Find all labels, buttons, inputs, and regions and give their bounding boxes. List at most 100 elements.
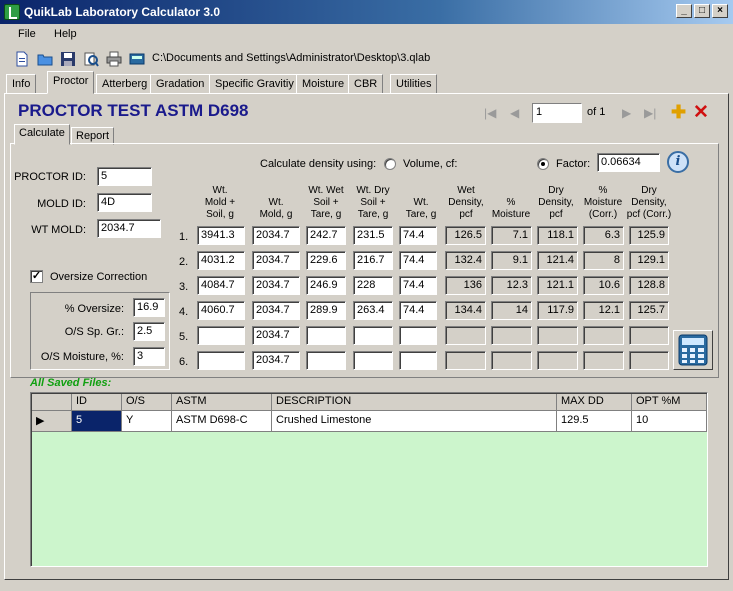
weight-input[interactable] bbox=[306, 326, 346, 345]
weight-input[interactable]: 2034.7 bbox=[252, 351, 300, 370]
weight-input[interactable] bbox=[306, 351, 346, 370]
tab-atterberg[interactable]: Atterberg bbox=[96, 74, 154, 94]
row-selector-icon[interactable]: ▶ bbox=[32, 411, 72, 432]
tab-info[interactable]: Info bbox=[6, 74, 37, 94]
weight-input[interactable]: 3941.3 bbox=[197, 226, 245, 245]
print-preview-icon[interactable] bbox=[83, 51, 99, 67]
computed-value: 12.1 bbox=[583, 301, 624, 320]
weight-input[interactable]: 2034.7 bbox=[252, 276, 300, 295]
row-number: 4. bbox=[179, 306, 189, 318]
delete-record-icon[interactable]: ✕ bbox=[693, 101, 709, 124]
weight-input[interactable]: 4084.7 bbox=[197, 276, 245, 295]
close-button[interactable]: × bbox=[712, 4, 728, 18]
weight-input[interactable]: 229.6 bbox=[306, 251, 346, 270]
weight-input[interactable]: 289.9 bbox=[306, 301, 346, 320]
table-cell[interactable]: Y bbox=[122, 411, 172, 432]
weight-input[interactable]: 216.7 bbox=[353, 251, 393, 270]
proctor-id-input[interactable]: 5 bbox=[97, 167, 152, 186]
weight-input[interactable] bbox=[353, 326, 393, 345]
computed-value: 128.8 bbox=[629, 276, 669, 295]
tab-proctor[interactable]: Proctor bbox=[47, 71, 95, 94]
computed-value bbox=[583, 326, 624, 345]
weight-input[interactable]: 74.4 bbox=[399, 276, 437, 295]
weight-input[interactable]: 2034.7 bbox=[252, 226, 300, 245]
save-icon[interactable] bbox=[60, 51, 76, 67]
weight-input[interactable]: 2034.7 bbox=[252, 326, 300, 345]
computed-value bbox=[537, 326, 578, 345]
table-cell[interactable]: Crushed Limestone bbox=[272, 411, 557, 432]
weight-input[interactable]: 242.7 bbox=[306, 226, 346, 245]
wt-mold-input[interactable]: 2034.7 bbox=[97, 219, 161, 238]
computed-value bbox=[445, 351, 486, 370]
grid-header-description[interactable]: DESCRIPTION bbox=[272, 394, 557, 411]
menu-help[interactable]: Help bbox=[54, 28, 77, 40]
computed-value: 129.1 bbox=[629, 251, 669, 270]
os-moisture-input[interactable]: 3 bbox=[133, 347, 165, 366]
app-icon bbox=[4, 4, 20, 20]
row-number: 6. bbox=[179, 356, 189, 368]
weight-input[interactable] bbox=[399, 326, 437, 345]
info-icon[interactable]: i bbox=[667, 151, 689, 173]
weight-input[interactable]: 74.4 bbox=[399, 301, 437, 320]
minimize-button[interactable]: _ bbox=[676, 4, 692, 18]
tab-gradation[interactable]: Gradation bbox=[150, 74, 211, 94]
weight-input[interactable]: 74.4 bbox=[399, 251, 437, 270]
calculator-icon[interactable] bbox=[129, 51, 145, 67]
calculate-button[interactable] bbox=[673, 330, 713, 370]
weight-input[interactable]: 231.5 bbox=[353, 226, 393, 245]
window-title: QuikLab Laboratory Calculator 3.0 bbox=[24, 5, 221, 19]
grid-header-max-dd[interactable]: MAX DD bbox=[557, 394, 632, 411]
mold-id-input[interactable]: 4D bbox=[97, 193, 152, 212]
weight-input[interactable] bbox=[399, 351, 437, 370]
open-folder-icon[interactable] bbox=[37, 51, 53, 67]
weight-input[interactable] bbox=[197, 351, 245, 370]
volume-radio[interactable] bbox=[384, 158, 396, 170]
weight-input[interactable]: 263.4 bbox=[353, 301, 393, 320]
record-number-input[interactable]: 1 bbox=[532, 103, 582, 123]
computed-value: 7.1 bbox=[491, 226, 532, 245]
oversize-correction-checkbox[interactable]: ✓ bbox=[30, 270, 43, 283]
prev-record-icon[interactable]: ◀ bbox=[510, 106, 519, 120]
weight-input[interactable]: 2034.7 bbox=[252, 251, 300, 270]
grid-header-astm[interactable]: ASTM bbox=[172, 394, 272, 411]
grid-header-os[interactable]: O/S bbox=[122, 394, 172, 411]
tab-specific-gravity[interactable]: Specific Gravitiy bbox=[209, 74, 300, 94]
weight-input[interactable] bbox=[353, 351, 393, 370]
os-sp-gr-input[interactable]: 2.5 bbox=[133, 322, 165, 341]
table-cell[interactable]: ASTM D698-C bbox=[172, 411, 272, 432]
grid-header-id[interactable]: ID bbox=[72, 394, 122, 411]
pct-oversize-input[interactable]: 16.9 bbox=[133, 298, 165, 317]
tab-moisture[interactable]: Moisture bbox=[296, 74, 351, 94]
weight-input[interactable]: 246.9 bbox=[306, 276, 346, 295]
weight-input[interactable]: 4060.7 bbox=[197, 301, 245, 320]
col-header: % Moisture (Corr.) bbox=[583, 185, 623, 220]
add-record-icon[interactable]: ✚ bbox=[671, 102, 686, 123]
tab-cbr[interactable]: CBR bbox=[348, 74, 384, 94]
factor-input[interactable]: 0.06634 bbox=[597, 153, 660, 172]
menu-file[interactable]: File bbox=[18, 28, 36, 40]
weight-input[interactable]: 74.4 bbox=[399, 226, 437, 245]
factor-radio[interactable] bbox=[537, 158, 549, 170]
weight-input[interactable]: 2034.7 bbox=[252, 301, 300, 320]
weight-input[interactable]: 4031.2 bbox=[197, 251, 245, 270]
table-cell[interactable]: 10 bbox=[632, 411, 707, 432]
tab-utilities[interactable]: Utilities bbox=[390, 74, 438, 94]
maximize-button[interactable]: □ bbox=[694, 4, 710, 18]
col-header: Wt. Mold + Soil, g bbox=[204, 185, 236, 220]
computed-value bbox=[629, 351, 669, 370]
table-cell[interactable]: 129.5 bbox=[557, 411, 632, 432]
weight-input[interactable] bbox=[197, 326, 245, 345]
tab-calculate[interactable]: Calculate bbox=[14, 124, 70, 145]
col-header: Dry Density, pcf bbox=[538, 185, 574, 220]
new-file-icon[interactable] bbox=[14, 51, 30, 67]
row-number: 5. bbox=[179, 331, 189, 343]
table-cell[interactable]: 5 bbox=[72, 411, 122, 432]
first-record-icon[interactable]: |◀ bbox=[484, 106, 496, 120]
weight-input[interactable]: 228 bbox=[353, 276, 393, 295]
print-icon[interactable] bbox=[106, 51, 122, 67]
computed-value: 121.4 bbox=[537, 251, 578, 270]
next-record-icon[interactable]: ▶ bbox=[622, 106, 631, 120]
last-record-icon[interactable]: ▶| bbox=[644, 106, 656, 120]
menu-bar bbox=[0, 24, 733, 46]
grid-header-opt-m[interactable]: OPT %M bbox=[632, 394, 707, 411]
